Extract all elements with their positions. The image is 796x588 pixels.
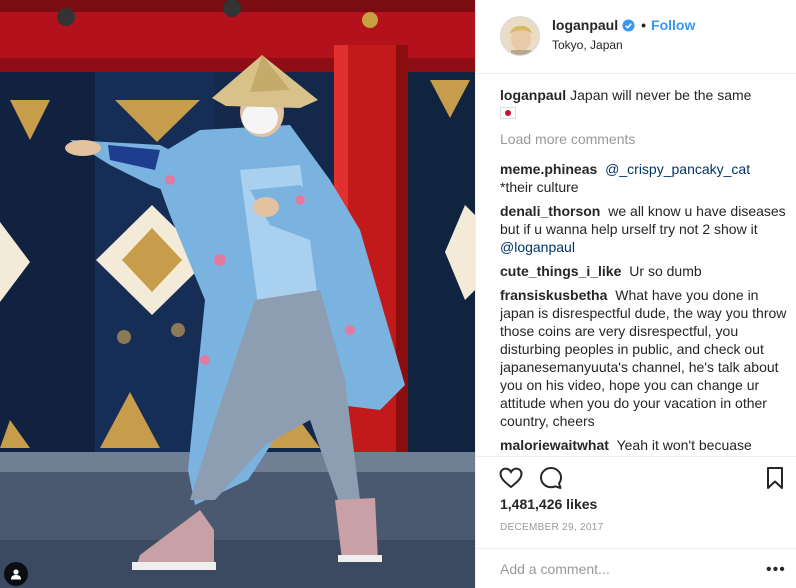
- like-button[interactable]: [498, 465, 524, 491]
- header-user-row: loganpaul • Follow: [552, 17, 695, 33]
- comment-item: meme.phineas @_crispy_pancaky_cat *their…: [500, 160, 788, 196]
- comment-text: *their culture: [500, 179, 579, 195]
- comment-username[interactable]: denali_thorson: [500, 203, 600, 219]
- comment-username[interactable]: meme.phineas: [500, 161, 597, 177]
- caption: loganpaul Japan will never be the same: [500, 86, 788, 122]
- comment-text: What have you done in japan is disrespec…: [500, 287, 787, 429]
- comment-icon: [540, 467, 562, 489]
- add-comment-bar: •••: [476, 548, 796, 588]
- comment-text: Ur so dumb: [629, 263, 702, 279]
- comment-text: Yeah it won't becuase: [616, 437, 752, 453]
- user-tag-button[interactable]: [4, 562, 28, 586]
- comment-mention[interactable]: @loganpaul: [500, 239, 575, 255]
- comment-input[interactable]: [500, 559, 750, 579]
- japan-flag-icon: [500, 107, 516, 119]
- comment-mention[interactable]: @_crispy_pancaky_cat: [605, 161, 750, 177]
- follow-button[interactable]: Follow: [651, 17, 695, 33]
- verified-badge-icon: [622, 18, 635, 32]
- comment-item: cute_things_i_like Ur so dumb: [500, 262, 788, 280]
- load-more-comments-button[interactable]: Load more comments: [500, 130, 788, 148]
- separator-dot: •: [641, 17, 647, 33]
- post-date[interactable]: DECEMBER 29, 2017: [500, 522, 603, 533]
- comment-item: fransiskusbetha What have you done in ja…: [500, 286, 788, 430]
- heart-icon: [499, 467, 523, 489]
- caption-text: Japan will never be the same: [570, 87, 752, 103]
- comment-item: denali_thorson we all know u have diseas…: [500, 202, 788, 256]
- comment-item: maloriewaitwhat Yeah it won't becuase: [500, 436, 788, 454]
- post-side-panel: loganpaul • Follow Tokyo, Japan loganpau…: [475, 0, 796, 588]
- comment-button[interactable]: [538, 465, 564, 491]
- comment-username[interactable]: cute_things_i_like: [500, 263, 621, 279]
- username-link[interactable]: loganpaul: [552, 17, 618, 33]
- save-button[interactable]: [762, 465, 788, 491]
- comment-username[interactable]: maloriewaitwhat: [500, 437, 609, 453]
- likes-count[interactable]: 1,481,426 likes: [500, 496, 597, 512]
- avatar[interactable]: [500, 16, 540, 56]
- bookmark-icon: [767, 467, 783, 489]
- post-image: [0, 0, 475, 588]
- user-tag-icon: [11, 569, 21, 580]
- avatar-image: [501, 17, 539, 55]
- action-bar: [476, 456, 796, 496]
- caption-username[interactable]: loganpaul: [500, 87, 566, 103]
- post-header: loganpaul • Follow Tokyo, Japan: [476, 0, 796, 74]
- post-photo[interactable]: [0, 0, 475, 588]
- location-link[interactable]: Tokyo, Japan: [552, 38, 623, 52]
- more-options-button[interactable]: •••: [766, 561, 786, 579]
- comment-username[interactable]: fransiskusbetha: [500, 287, 607, 303]
- comments-list[interactable]: loganpaul Japan will never be the same Lo…: [500, 86, 788, 456]
